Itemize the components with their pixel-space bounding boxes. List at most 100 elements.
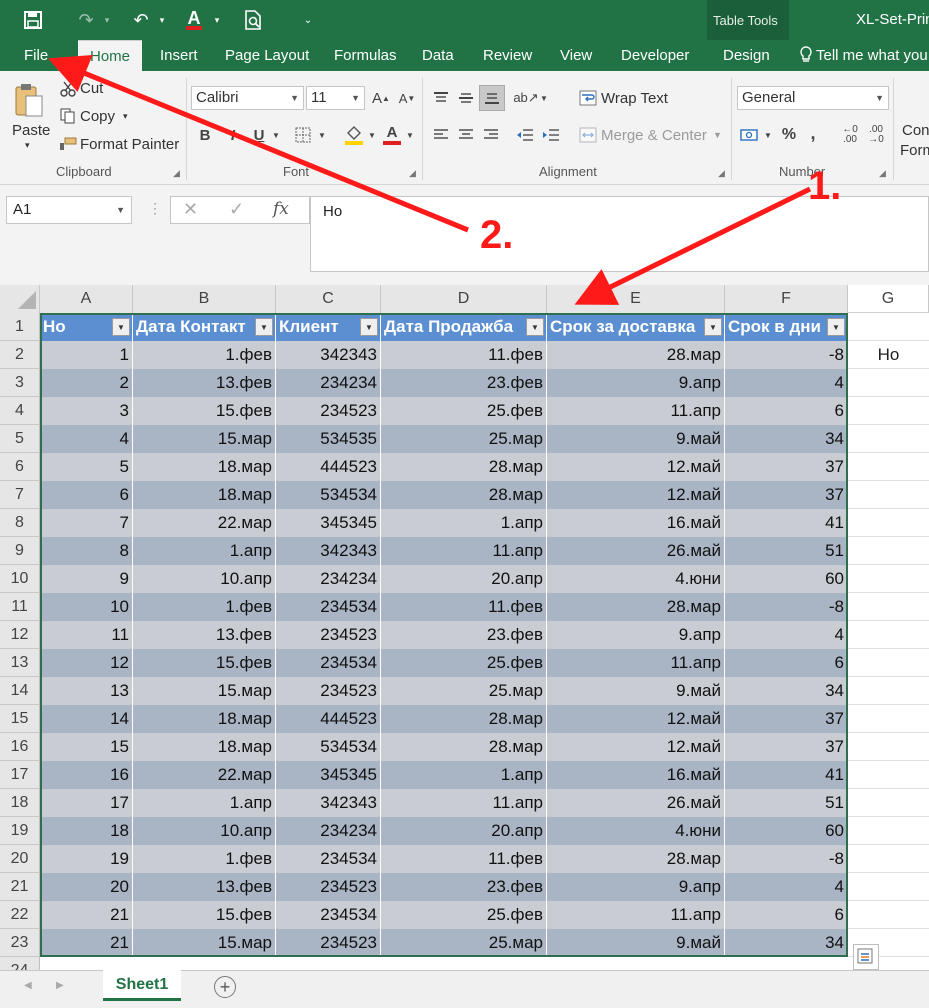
table-cell-no[interactable]: 10: [40, 593, 133, 621]
table-cell-delivery-deadline[interactable]: 12.май: [547, 733, 725, 761]
table-cell-client[interactable]: 234534: [276, 593, 381, 621]
table-cell-sale-date[interactable]: 11.фев: [381, 845, 547, 873]
table-cell-client[interactable]: 234234: [276, 817, 381, 845]
row-header[interactable]: 17: [0, 761, 40, 789]
table-cell-sale-date[interactable]: 11.фев: [381, 341, 547, 369]
middle-align-icon[interactable]: [455, 87, 477, 109]
decrease-indent-icon[interactable]: [514, 124, 536, 146]
alignment-launcher-icon[interactable]: ◢: [718, 168, 725, 179]
tab-design[interactable]: Design: [723, 40, 770, 71]
add-sheet-icon[interactable]: +: [214, 976, 236, 998]
table-cell-contact-date[interactable]: 13.фев: [133, 873, 276, 901]
table-cell-contact-date[interactable]: 18.мар: [133, 453, 276, 481]
increase-decimal-icon[interactable]: ←0.00: [838, 124, 862, 146]
fill-color-dropdown-icon[interactable]: ▼: [366, 124, 378, 146]
tab-home[interactable]: Home: [78, 40, 143, 71]
table-cell-days[interactable]: 37: [725, 481, 848, 509]
table-cell-delivery-deadline[interactable]: 12.май: [547, 481, 725, 509]
name-box-dropdown-icon[interactable]: ▼: [116, 197, 125, 223]
wrap-text-label[interactable]: Wrap Text: [601, 90, 668, 107]
tab-insert[interactable]: Insert: [160, 40, 198, 71]
filter-dropdown-icon[interactable]: ▼: [827, 318, 845, 336]
table-cell-delivery-deadline[interactable]: 9.апр: [547, 621, 725, 649]
table-cell-no[interactable]: 20: [40, 873, 133, 901]
cancel-icon[interactable]: ✕: [183, 199, 198, 220]
table-cell-sale-date[interactable]: 25.фев: [381, 901, 547, 929]
conditional-format-label-1[interactable]: Con: [902, 122, 929, 139]
table-cell-no[interactable]: 12: [40, 649, 133, 677]
table-cell-delivery-deadline[interactable]: 9.май: [547, 929, 725, 957]
cell-g[interactable]: [848, 453, 929, 481]
decrease-font-icon[interactable]: A ▼: [396, 87, 418, 109]
row-header[interactable]: 20: [0, 845, 40, 873]
table-cell-no[interactable]: 16: [40, 761, 133, 789]
row-header[interactable]: 13: [0, 649, 40, 677]
cell-g[interactable]: [848, 565, 929, 593]
table-cell-no[interactable]: 2: [40, 369, 133, 397]
table-cell-days[interactable]: -8: [725, 341, 848, 369]
table-cell-days[interactable]: 6: [725, 649, 848, 677]
row-header[interactable]: 9: [0, 537, 40, 565]
table-cell-days[interactable]: 51: [725, 789, 848, 817]
table-cell-no[interactable]: 1: [40, 341, 133, 369]
table-cell-delivery-deadline[interactable]: 9.апр: [547, 369, 725, 397]
cell-g[interactable]: [848, 425, 929, 453]
row-header[interactable]: 8: [0, 509, 40, 537]
row-header[interactable]: 7: [0, 481, 40, 509]
cell-g[interactable]: [848, 817, 929, 845]
row-header[interactable]: 12: [0, 621, 40, 649]
orientation-dropdown-icon[interactable]: ▼: [538, 87, 550, 109]
borders-icon[interactable]: [292, 124, 314, 146]
font-color-qat-icon[interactable]: A: [182, 6, 206, 34]
font-name-dropdown-icon[interactable]: ▼: [290, 87, 299, 109]
table-cell-contact-date[interactable]: 13.фев: [133, 369, 276, 397]
table-cell-contact-date[interactable]: 15.мар: [133, 677, 276, 705]
row-header[interactable]: 1: [0, 313, 40, 341]
table-cell-delivery-deadline[interactable]: 4.юни: [547, 817, 725, 845]
table-cell-delivery-deadline[interactable]: 26.май: [547, 537, 725, 565]
font-size-dropdown-icon[interactable]: ▼: [351, 87, 360, 109]
table-cell-client[interactable]: 534534: [276, 481, 381, 509]
table-cell-contact-date[interactable]: 18.мар: [133, 705, 276, 733]
copy-label[interactable]: Copy: [80, 108, 115, 125]
table-cell-delivery-deadline[interactable]: 11.апр: [547, 397, 725, 425]
conditional-format-label-2[interactable]: Form: [900, 142, 929, 159]
cell-g[interactable]: [848, 509, 929, 537]
sheet-tab-sheet1[interactable]: Sheet1: [103, 970, 181, 1001]
table-header-sale-date[interactable]: Дата Продажба: [381, 313, 547, 341]
row-header[interactable]: 15: [0, 705, 40, 733]
table-cell-contact-date[interactable]: 18.мар: [133, 733, 276, 761]
italic-icon[interactable]: I: [222, 124, 244, 146]
paste-label[interactable]: Paste: [12, 122, 50, 139]
copy-icon[interactable]: [58, 107, 78, 125]
name-box[interactable]: A1 ▼: [6, 196, 132, 224]
table-cell-contact-date[interactable]: 15.фев: [133, 397, 276, 425]
row-header[interactable]: 16: [0, 733, 40, 761]
table-cell-contact-date[interactable]: 15.мар: [133, 425, 276, 453]
number-format-dropdown-icon[interactable]: ▼: [875, 87, 884, 109]
table-cell-client[interactable]: 234523: [276, 621, 381, 649]
table-cell-delivery-deadline[interactable]: 16.май: [547, 509, 725, 537]
cell-g[interactable]: [848, 733, 929, 761]
table-cell-sale-date[interactable]: 11.апр: [381, 789, 547, 817]
cell-g[interactable]: [848, 481, 929, 509]
table-cell-contact-date[interactable]: 22.мар: [133, 761, 276, 789]
row-header[interactable]: 18: [0, 789, 40, 817]
copy-dropdown-icon[interactable]: ▾: [123, 111, 128, 122]
filter-dropdown-icon[interactable]: ▼: [704, 318, 722, 336]
row-header[interactable]: 23: [0, 929, 40, 957]
table-cell-client[interactable]: 444523: [276, 705, 381, 733]
table-cell-sale-date[interactable]: 25.мар: [381, 425, 547, 453]
table-cell-contact-date[interactable]: 1.апр: [133, 537, 276, 565]
number-format-combo[interactable]: General ▼: [737, 86, 889, 110]
underline-dropdown-icon[interactable]: ▼: [270, 124, 282, 146]
table-cell-delivery-deadline[interactable]: 16.май: [547, 761, 725, 789]
table-cell-days[interactable]: 41: [725, 509, 848, 537]
table-cell-sale-date[interactable]: 28.мар: [381, 705, 547, 733]
table-cell-contact-date[interactable]: 13.фев: [133, 621, 276, 649]
orientation-icon[interactable]: ab↗: [513, 87, 538, 109]
table-cell-days[interactable]: 34: [725, 425, 848, 453]
table-cell-days[interactable]: -8: [725, 593, 848, 621]
table-cell-client[interactable]: 534534: [276, 733, 381, 761]
table-cell-delivery-deadline[interactable]: 11.апр: [547, 649, 725, 677]
